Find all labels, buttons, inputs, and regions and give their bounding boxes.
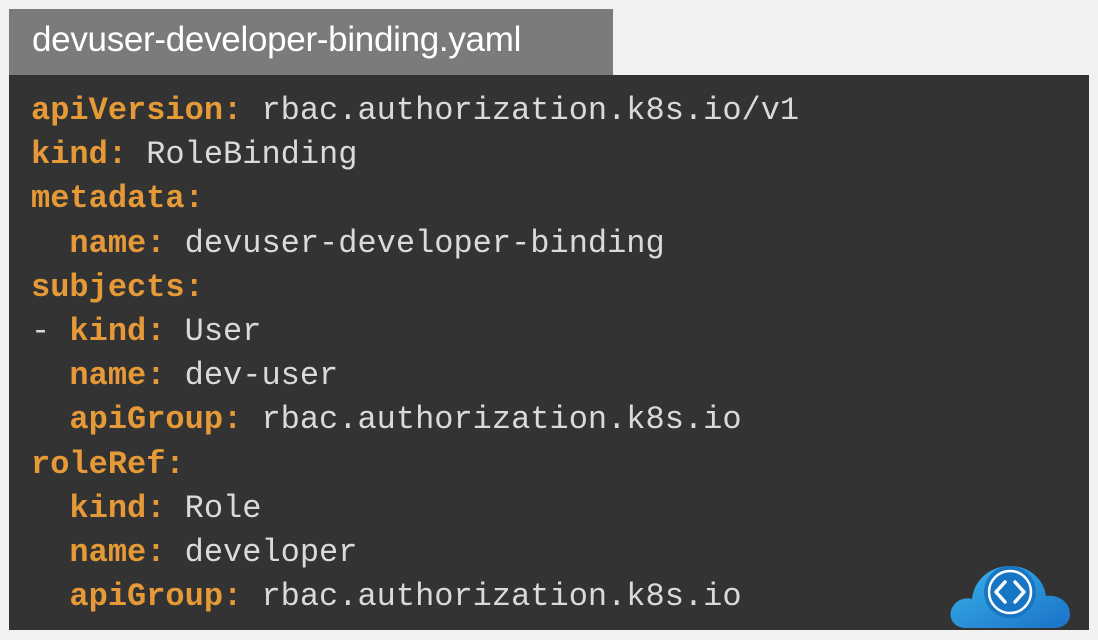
code-cloud-icon: [950, 566, 1070, 628]
yaml-value: Role: [165, 489, 262, 527]
code-line: name: devuser-developer-binding: [69, 224, 665, 262]
yaml-code: apiVersion: rbac.authorization.k8s.io/v1…: [31, 89, 799, 619]
yaml-value: dev-user: [165, 357, 339, 395]
code-line: apiGroup: rbac.authorization.k8s.io: [69, 401, 742, 439]
code-line: roleRef:: [31, 445, 185, 483]
code-line: kind: Role: [69, 489, 262, 527]
yaml-key: kind: [31, 136, 108, 174]
code-line: metadata:: [31, 180, 204, 218]
yaml-value: developer: [165, 533, 358, 571]
yaml-key: subjects: [31, 268, 185, 306]
file-title: devuser-developer-binding.yaml: [32, 20, 522, 59]
code-line: apiVersion: rbac.authorization.k8s.io/v1: [31, 92, 800, 129]
code-line: - kind: User: [31, 312, 262, 350]
code-line: kind: RoleBinding: [31, 136, 358, 174]
yaml-key: name: [69, 224, 147, 262]
yaml-key: apiGroup: [69, 578, 224, 616]
yaml-value: rbac.authorization.k8s.io: [242, 401, 742, 439]
code-line: name: developer: [69, 533, 358, 571]
code-panel: apiVersion: rbac.authorization.k8s.io/v1…: [9, 75, 1089, 630]
file-title-tab: devuser-developer-binding.yaml: [9, 9, 613, 75]
yaml-value: User: [165, 312, 262, 350]
yaml-value: devuser-developer-binding: [165, 224, 665, 262]
yaml-value: rbac.authorization.k8s.io/v1: [242, 92, 800, 129]
yaml-key: apiVersion: [31, 92, 224, 129]
yaml-key: name: [69, 357, 147, 395]
code-line: apiGroup: rbac.authorization.k8s.io: [69, 578, 742, 616]
code-line: subjects:: [31, 268, 204, 306]
yaml-key: kind: [69, 312, 147, 350]
yaml-key: roleRef: [31, 445, 166, 483]
code-line: name: dev-user: [69, 357, 339, 395]
yaml-key: metadata: [31, 180, 185, 218]
yaml-key: name: [69, 533, 147, 571]
yaml-key: apiGroup: [69, 401, 224, 439]
yaml-value: RoleBinding: [127, 136, 358, 174]
yaml-value: rbac.authorization.k8s.io: [242, 578, 742, 616]
yaml-key: kind: [69, 489, 147, 527]
